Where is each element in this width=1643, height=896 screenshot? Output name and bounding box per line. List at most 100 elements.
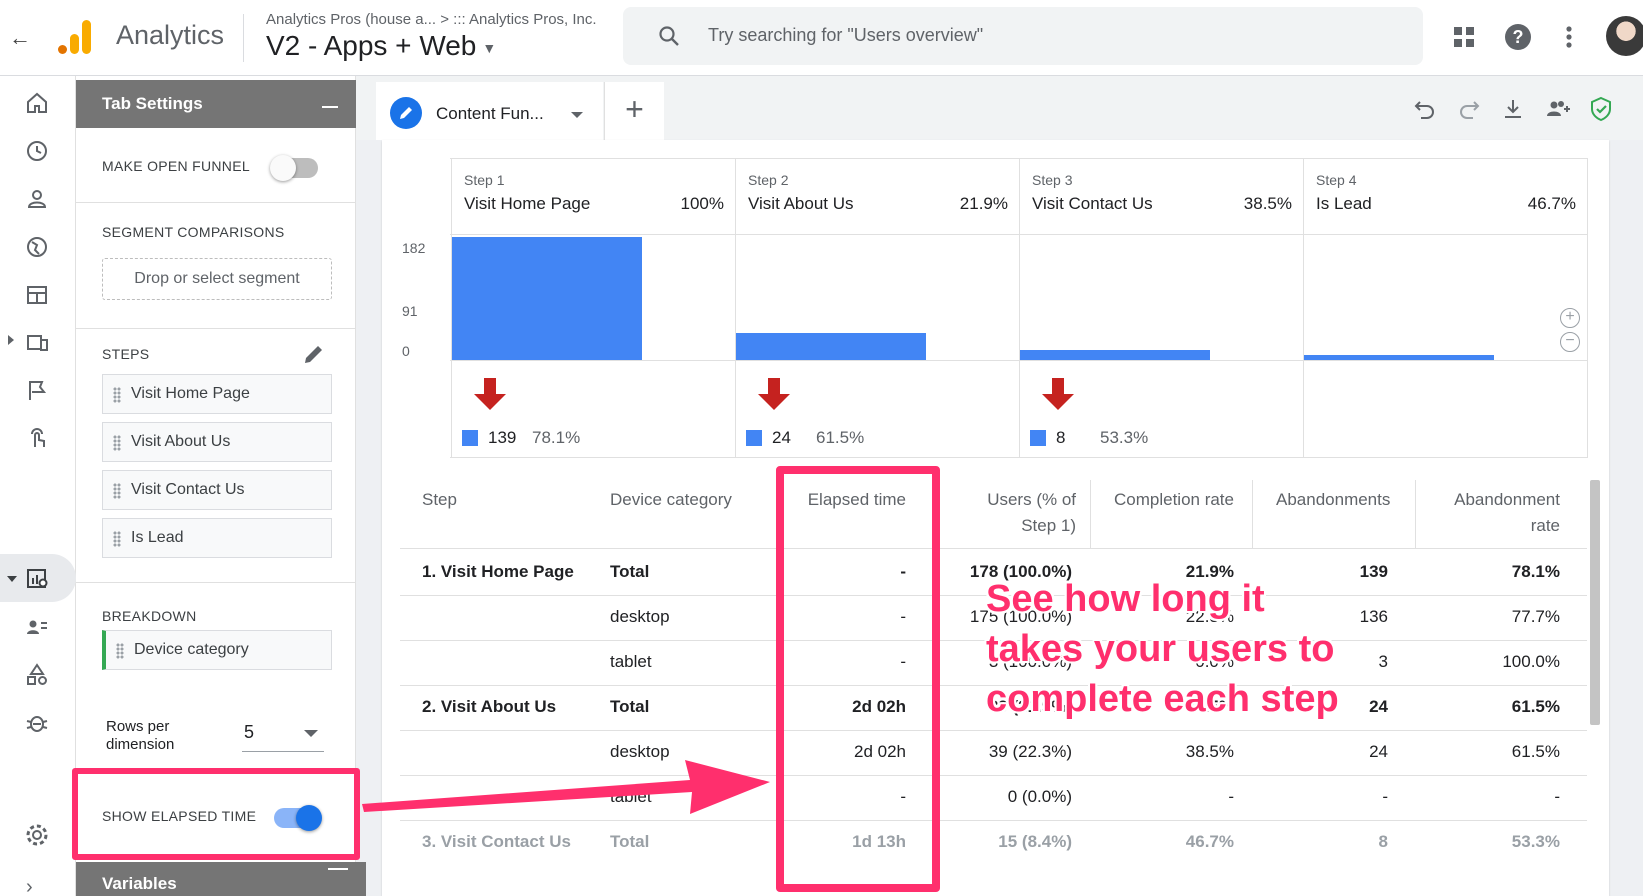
step-chip[interactable]: Visit About Us [102,422,332,462]
step-chip[interactable]: Is Lead [102,518,332,558]
column-header-step[interactable]: Step [422,487,457,513]
collapse-minus-icon[interactable] [322,106,338,108]
collapse-caret-icon[interactable] [6,574,18,584]
edit-pencil-icon[interactable] [302,342,326,366]
y-tick-label: 91 [402,303,418,319]
drag-handle-icon[interactable] [113,387,121,403]
variables-title: Variables [102,874,177,893]
drag-handle-icon[interactable] [113,435,121,451]
gridline [1019,158,1020,458]
analytics-logo-icon [58,20,94,54]
table-icon[interactable] [24,282,50,308]
help-icon[interactable]: ? [1503,22,1533,52]
make-open-funnel-toggle[interactable] [270,155,318,181]
zoom-out-icon[interactable]: − [1560,332,1580,352]
collapse-minus-icon[interactable] [328,868,348,870]
audience-icon[interactable] [24,614,50,640]
step-chip[interactable]: Visit Home Page [102,374,332,414]
touch-icon[interactable] [24,426,50,452]
devices-icon[interactable] [24,330,50,356]
step-chip-label: Visit About Us [131,433,231,450]
property-caret-icon: ▼ [482,39,497,56]
annotation-arrow-icon [362,760,770,814]
redo-icon[interactable] [1456,96,1482,122]
gridline [735,158,736,458]
segment-drop-zone[interactable]: Drop or select segment [102,258,332,300]
expand-nav-icon[interactable]: › [26,876,33,896]
expand-caret-icon[interactable] [6,334,16,346]
callout-line: complete each step [986,678,1339,720]
zoom-in-icon[interactable]: + [1560,308,1580,328]
drag-handle-icon[interactable] [113,531,121,547]
table-cell-abandon-rate: 61.5% [1511,742,1560,761]
step-chip-label: Visit Home Page [131,385,250,402]
legend-swatch [746,430,762,446]
step-chip[interactable]: Visit Contact Us [102,470,332,510]
step-percent: 38.5% [1243,194,1292,213]
account-breadcrumb[interactable]: Analytics Pros (house a... > ::: Analyti… [266,11,597,28]
rows-per-dimension-label: Rows per dimension [106,718,175,753]
abandonment-count: 139 [488,428,517,447]
clock-icon[interactable] [24,138,50,164]
column-header-device-category[interactable]: Device category [610,487,732,513]
callout-line: See how long it [986,578,1265,620]
settings-icon[interactable] [24,822,50,848]
make-open-funnel-label: MAKE OPEN FUNNEL [102,158,250,174]
download-icon[interactable] [1500,96,1526,122]
rows-per-dimension-select[interactable]: 5 [242,722,324,752]
table-scrollbar[interactable] [1590,480,1600,725]
apps-icon[interactable] [1449,22,1479,52]
undo-icon[interactable] [1412,96,1438,122]
tab-content-funnel[interactable]: Content Fun... [376,82,603,140]
share-icon[interactable] [1544,96,1570,122]
search-bar[interactable]: Try searching for "Users overview" [623,7,1423,65]
column-header-completion-rate[interactable]: Completion rate [1110,487,1234,513]
step-name: Is Lead [1316,194,1372,213]
table-cell-device: Total [610,832,650,851]
row-divider [400,548,1587,549]
table-cell-abandon-rate: 53.3% [1511,832,1560,851]
table-cell-step: 1. Visit Home Page [422,562,574,581]
analysis-icon[interactable] [24,565,50,591]
step-number: Step 2 [748,172,789,188]
step-percent: 100% [680,194,724,213]
table-cell-abandon-rate: 77.7% [1511,607,1560,626]
abandonment-count: 8 [1056,428,1066,447]
table-cell-step: 2. Visit About Us [422,697,557,716]
separator [76,582,356,583]
funnel-bar[interactable] [736,333,926,360]
column-header-users[interactable]: Users (% of Step 1) [964,487,1076,539]
shapes-icon[interactable] [24,662,50,688]
drag-handle-icon[interactable] [113,483,121,499]
column-divider [1090,480,1091,548]
step-name: Visit Home Page [464,194,591,213]
funnel-bar[interactable] [1304,355,1494,360]
tab-settings-header[interactable]: Tab Settings [76,80,356,128]
column-header-abandonments[interactable]: Abandonments [1276,487,1390,513]
person-icon[interactable] [24,186,50,212]
table-cell-device: tablet [610,652,652,671]
variables-header[interactable]: Variables [76,862,366,896]
step-percent: 46.7% [1527,194,1576,213]
more-vert-icon[interactable] [1554,22,1584,52]
breakdown-chip[interactable]: Device category [102,630,332,670]
shield-check-icon[interactable] [1588,96,1614,122]
bug-icon[interactable] [24,710,50,736]
home-icon[interactable] [24,90,50,116]
step-chip-label: Visit Contact Us [131,481,245,498]
gridline [450,360,1587,361]
globe-icon[interactable] [24,234,50,260]
add-tab-button[interactable]: + [604,82,664,140]
funnel-bar[interactable] [452,237,642,360]
funnel-bar[interactable] [1020,350,1210,360]
table-cell-step: 3. Visit Contact Us [422,832,571,851]
table-cell-completion: 38.5% [1185,742,1234,761]
property-selector[interactable]: V2 - Apps + Web ▼ [266,30,496,62]
column-header-abandonment-rate[interactable]: Abandonment rate [1430,487,1560,539]
table-cell-completion: - [1228,787,1234,806]
drag-handle-icon[interactable] [116,643,124,659]
tab-dropdown-icon[interactable] [571,112,583,118]
flag-icon[interactable] [24,378,50,404]
avatar[interactable] [1606,16,1643,56]
back-arrow-icon[interactable]: ← [6,24,34,52]
